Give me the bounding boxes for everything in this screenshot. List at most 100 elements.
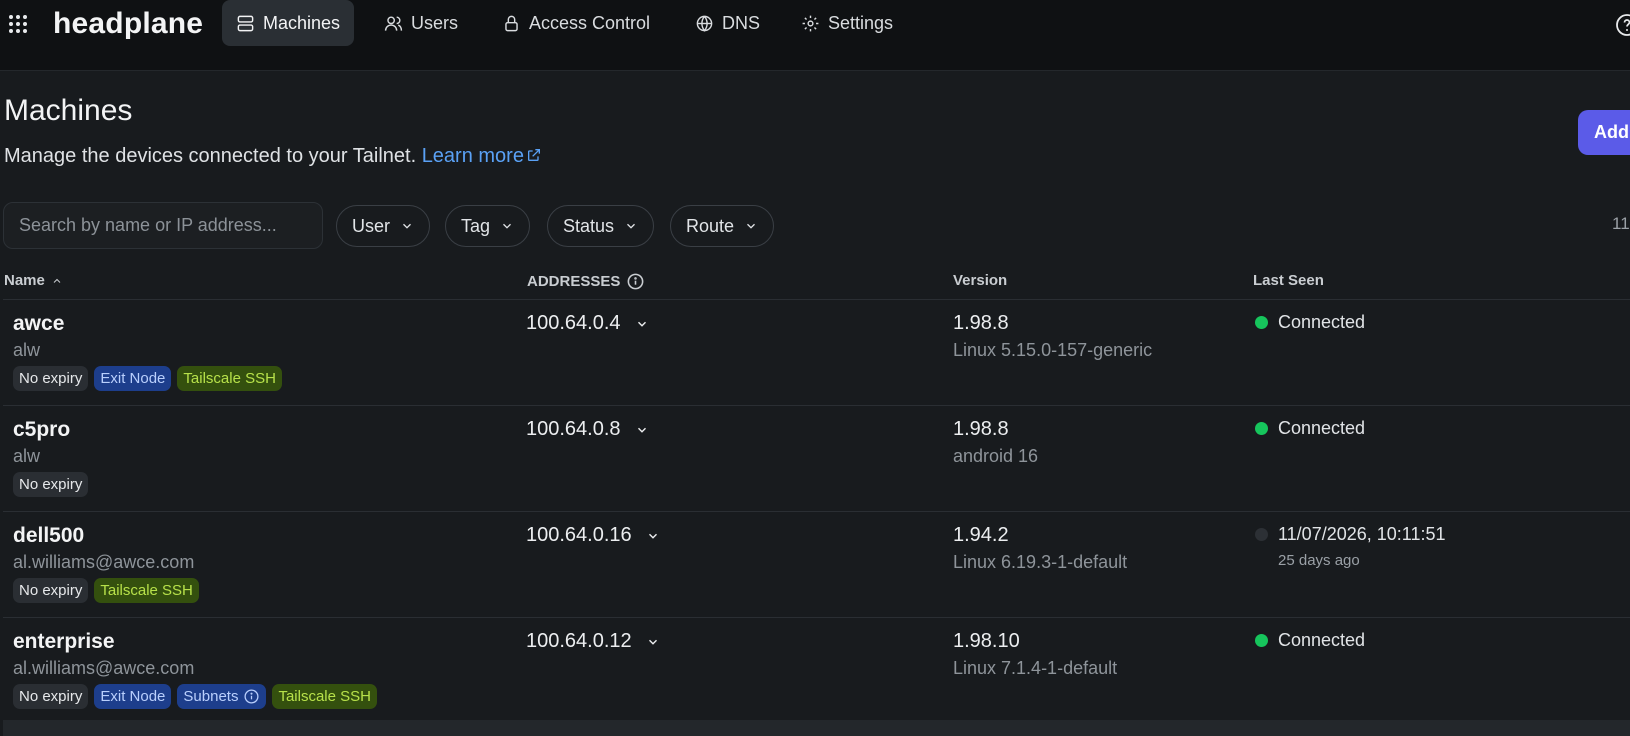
machine-user: al.williams@awce.com <box>13 552 195 572</box>
filter-label: Status <box>563 215 615 236</box>
machine-version: 1.98.10 <box>953 630 1020 652</box>
machine-version: 1.94.2 <box>953 524 1009 546</box>
machine-os: Linux 6.19.3-1-default <box>953 552 1128 572</box>
machine-count: 11 <box>1612 214 1630 233</box>
machine-user: alw <box>13 340 41 360</box>
badge-no-expiry: No expiry <box>13 472 89 497</box>
column-header-label: ADDRESSES <box>527 273 621 290</box>
address-dropdown[interactable]: 100.64.0.4 <box>526 312 649 335</box>
table-row[interactable]: c5pro alw No expiry 100.64.0.8 1.98.8 an… <box>3 406 1630 512</box>
page-description: Manage the devices connected to your Tai… <box>4 145 542 168</box>
machine-user: al.williams@awce.com <box>13 658 195 678</box>
add-machine-button[interactable]: Add <box>1578 110 1630 155</box>
machine-name[interactable]: enterprise <box>13 630 115 654</box>
chevron-down-icon <box>637 321 646 327</box>
filter-label: Tag <box>461 215 491 236</box>
nav-tab-machines[interactable]: Machines <box>222 0 355 46</box>
table-row[interactable]: enterprise al.williams@awce.com No expir… <box>3 618 1630 724</box>
nav-tab-settings[interactable]: Settings <box>787 0 907 46</box>
chevron-down-icon <box>648 533 657 539</box>
last-seen-status: 11/07/2026, 10:11:51 <box>1255 524 1445 545</box>
badge-tailscale-ssh: Tailscale SSH <box>94 578 199 603</box>
machine-name[interactable]: dell500 <box>13 524 84 548</box>
machine-address: 100.64.0.12 <box>526 630 632 652</box>
machine-version: 1.98.8 <box>953 312 1009 334</box>
last-seen-text: 11/07/2026, 10:11:51 <box>1278 524 1446 544</box>
filter-label: Route <box>686 215 735 236</box>
filter-tag-button[interactable]: Tag <box>445 205 531 247</box>
nav-tab-access-control[interactable]: Access Control <box>488 0 664 46</box>
machine-badges: No expiry <box>13 472 89 497</box>
nav-tab-users[interactable]: Users <box>370 0 472 46</box>
column-header-name[interactable]: Name <box>4 272 63 289</box>
machine-os: Linux 5.15.0-157-generic <box>953 340 1153 360</box>
online-status-dot <box>1255 316 1268 329</box>
help-icon[interactable] <box>1615 13 1630 37</box>
address-dropdown[interactable]: 100.64.0.8 <box>526 418 649 441</box>
machine-name[interactable]: c5pro <box>13 418 70 442</box>
online-status-dot <box>1255 422 1268 435</box>
machine-address: 100.64.0.4 <box>526 312 621 334</box>
online-status-dot <box>1255 634 1268 647</box>
nav-tab-dns[interactable]: DNS <box>681 0 774 46</box>
filter-status-button[interactable]: Status <box>547 205 655 247</box>
last-seen-text: Connected <box>1278 312 1366 332</box>
badge-subnets[interactable]: Subnets <box>177 684 267 709</box>
external-link-icon <box>527 149 540 161</box>
last-seen-status: Connected <box>1255 630 1365 651</box>
last-seen-text: Connected <box>1278 418 1366 438</box>
last-seen-status: Connected <box>1255 312 1365 333</box>
machine-address: 100.64.0.8 <box>526 418 621 440</box>
table-row[interactable]: dell500 al.williams@awce.com No expiry T… <box>3 512 1630 618</box>
page-description-text: Manage the devices connected to your Tai… <box>4 145 417 167</box>
search-input[interactable] <box>3 202 323 249</box>
column-header-addresses: ADDRESSES <box>527 272 645 291</box>
machine-badges: No expiry Exit Node Tailscale SSH <box>13 366 282 391</box>
chevron-down-icon <box>648 639 657 645</box>
table-row[interactable]: awce alw No expiry Exit Node Tailscale S… <box>3 300 1630 406</box>
users-icon <box>384 15 403 31</box>
badge-tailscale-ssh: Tailscale SSH <box>272 684 377 709</box>
chevron-down-icon <box>627 223 635 229</box>
nav-tab-label: Settings <box>828 12 894 33</box>
info-icon[interactable] <box>626 272 645 291</box>
machine-badges: No expiry Exit Node Subnets Tailscale SS… <box>13 684 377 709</box>
filter-label: User <box>352 215 391 236</box>
badge-exit-node: Exit Node <box>94 366 172 391</box>
info-icon <box>244 689 259 704</box>
learn-more-label: Learn more <box>421 145 524 167</box>
column-header-last-seen: Last Seen <box>1253 272 1324 289</box>
column-header-version: Version <box>953 272 1008 289</box>
brand-logo-text[interactable]: headplane <box>53 7 203 41</box>
chevron-down-icon <box>747 223 756 229</box>
machine-os: android 16 <box>953 446 1039 466</box>
machine-address: 100.64.0.16 <box>526 524 632 546</box>
learn-more-link[interactable]: Learn more <box>422 145 542 167</box>
lock-icon <box>505 15 518 31</box>
chevron-down-icon <box>637 427 646 433</box>
badge-exit-node: Exit Node <box>94 684 172 709</box>
machine-os: Linux 7.1.4-1-default <box>953 658 1118 678</box>
app-grid-icon[interactable] <box>8 14 28 34</box>
address-dropdown[interactable]: 100.64.0.12 <box>526 630 660 653</box>
machine-badges: No expiry Tailscale SSH <box>13 578 199 603</box>
last-seen-text: Connected <box>1278 630 1366 650</box>
address-dropdown[interactable]: 100.64.0.16 <box>526 524 660 547</box>
chevron-down-icon <box>503 223 511 229</box>
badge-no-expiry: No expiry <box>13 684 89 709</box>
filter-user-button[interactable]: User <box>336 205 431 247</box>
filter-route-button[interactable]: Route <box>670 205 775 247</box>
last-seen-relative: 25 days ago <box>1278 552 1360 569</box>
nav-tab-label: Access Control <box>529 12 651 33</box>
badge-no-expiry: No expiry <box>13 366 89 391</box>
page-title: Machines <box>4 94 133 127</box>
column-header-label: Name <box>4 272 45 289</box>
globe-icon <box>696 15 713 32</box>
machine-name[interactable]: awce <box>13 312 64 336</box>
offline-status-dot <box>1255 528 1268 541</box>
top-navigation: headplane Machines Users Access Control … <box>0 0 1630 71</box>
table-row-partial <box>3 720 1630 736</box>
nav-tab-label: DNS <box>722 12 761 33</box>
nav-tab-label: Users <box>411 12 459 33</box>
server-icon <box>237 15 254 31</box>
